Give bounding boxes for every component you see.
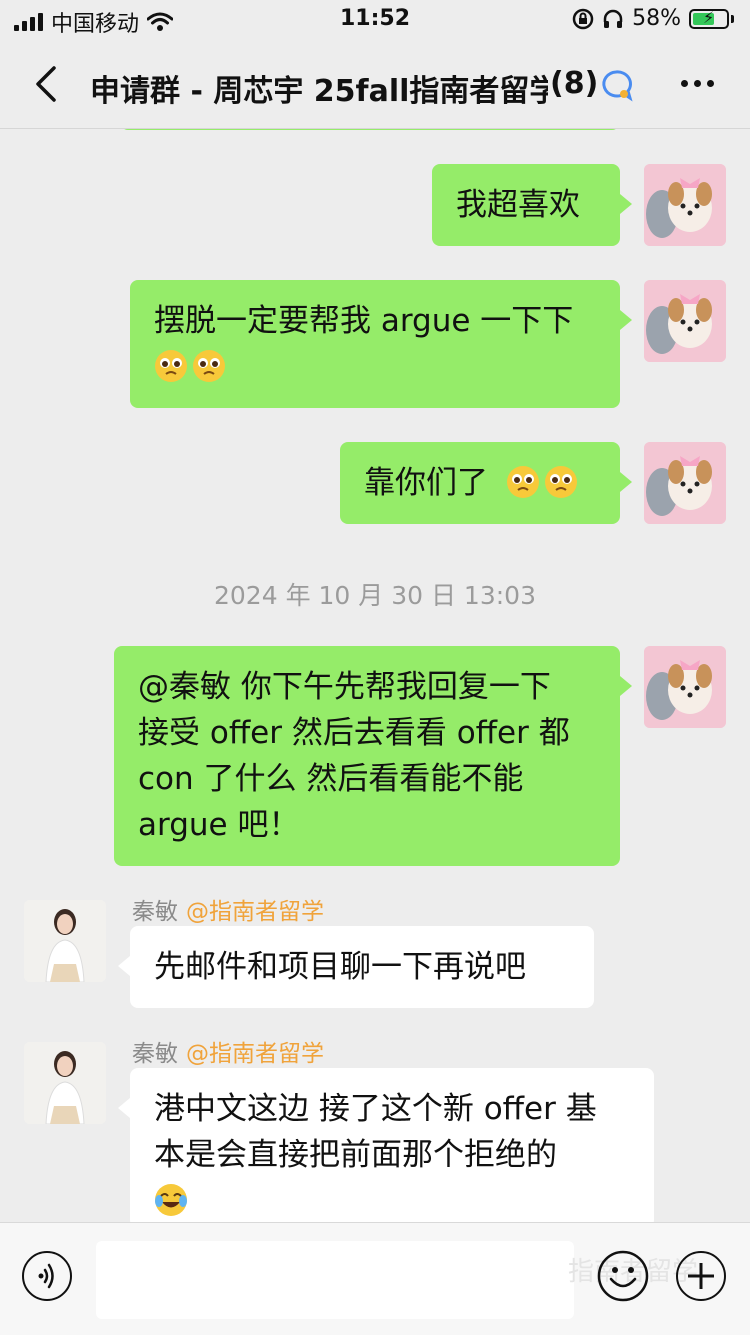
- member-count: (8): [548, 66, 599, 101]
- message-bubble-self[interactable]: 靠你们了: [340, 442, 620, 524]
- message-text: 我超喜欢: [456, 187, 580, 223]
- avatar-self[interactable]: [644, 646, 726, 728]
- pleading-face-icon: [544, 466, 577, 498]
- sender-tag: @指南者留学: [186, 1041, 324, 1067]
- battery-icon: ⚡: [689, 8, 729, 29]
- pleading-face-icon: [155, 350, 187, 382]
- chat-timestamp: 2024 年 10 月 30 日 13:03: [214, 581, 536, 610]
- pleading-face-icon: [193, 350, 225, 382]
- message-bubble-self[interactable]: 摆脱一定要帮我 argue 一下下: [130, 280, 620, 408]
- message-text: @秦敏 你下午先帮我回复一下: [138, 669, 551, 705]
- pleading-face-icon: [506, 466, 539, 498]
- message-input[interactable]: [96, 1241, 574, 1319]
- ai-assistant-icon[interactable]: [598, 68, 634, 104]
- message-bubble-self[interactable]: @秦敏 你下午先帮我回复一下 接受 offer 然后去看看 offer 都 co…: [114, 646, 620, 866]
- emoji-picker-icon[interactable]: [596, 1249, 650, 1303]
- avatar-self[interactable]: [644, 280, 726, 362]
- battery-percent: 58%: [632, 6, 681, 31]
- message-text: 靠你们了: [364, 465, 488, 501]
- voice-input-button[interactable]: [22, 1251, 72, 1301]
- message-text: argue 吧！: [138, 807, 300, 843]
- sender-name: 秦敏 @指南者留学: [132, 1041, 324, 1067]
- sender-tag: @指南者留学: [186, 899, 324, 925]
- status-bar: 中国移动 11:52 58% ⚡: [0, 0, 750, 40]
- message-bubble-other[interactable]: 先邮件和项目聊一下再说吧: [130, 926, 594, 1008]
- tears-of-joy-icon: [155, 1184, 187, 1216]
- back-icon[interactable]: [30, 64, 64, 104]
- rotation-lock-icon: [572, 8, 594, 29]
- message-bubble-self[interactable]: 我超喜欢: [432, 164, 620, 246]
- voice-icon: [38, 1263, 54, 1289]
- avatar-self[interactable]: [644, 164, 726, 246]
- message-text: 先邮件和项目聊一下再说吧: [154, 949, 526, 985]
- avatar-self[interactable]: [644, 442, 726, 524]
- emoji-row: [154, 344, 596, 390]
- more-icon[interactable]: [681, 80, 714, 87]
- avatar-other[interactable]: [24, 1042, 106, 1124]
- message-text: 港中文这边 接了这个新 offer 基: [154, 1091, 597, 1127]
- more-actions-button[interactable]: [676, 1251, 726, 1301]
- avatar-other[interactable]: [24, 900, 106, 982]
- headphones-icon: [603, 9, 623, 28]
- message-bubble-other[interactable]: 港中文这边 接了这个新 offer 基 本是会直接把前面那个拒绝的: [130, 1068, 654, 1228]
- message-text: 摆脱一定要帮我 argue 一下下: [154, 303, 574, 339]
- message-text: 接受 offer 然后去看看 offer 都: [138, 715, 570, 751]
- chat-title: 申请群 - 周芯宇 25fall指南者留学: [90, 74, 560, 109]
- chat-header: 申请群 - 周芯宇 25fall指南者留学 (8): [0, 40, 750, 129]
- message-text: 本是会直接把前面那个拒绝的: [154, 1137, 557, 1173]
- input-bar: 指南者留学: [0, 1222, 750, 1335]
- message-text: con 了什么 然后看看能不能: [138, 761, 524, 797]
- sender-name: 秦敏 @指南者留学: [132, 899, 324, 925]
